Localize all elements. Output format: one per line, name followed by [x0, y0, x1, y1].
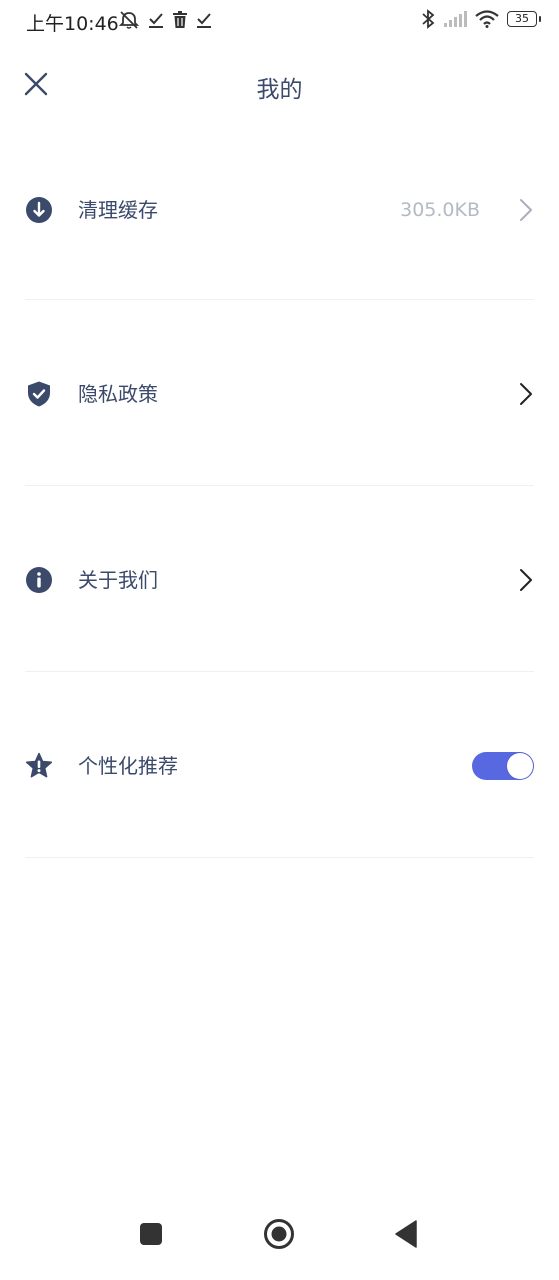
alarm-off-icon — [118, 11, 140, 29]
chevron-right-icon — [520, 199, 532, 221]
settings-item-personalized-recommendation: 个性化推荐 — [25, 672, 534, 858]
home-button[interactable] — [259, 1218, 299, 1250]
trash-icon — [173, 11, 187, 28]
settings-item-about-us[interactable]: 关于我们 — [25, 486, 534, 672]
personalized-recommendation-toggle[interactable] — [472, 752, 534, 780]
settings-item-label: 清理缓存 — [78, 198, 158, 222]
status-notification-icons — [118, 10, 212, 30]
wifi-icon — [475, 10, 499, 28]
settings-item-label: 个性化推荐 — [78, 754, 178, 778]
header: 我的 — [0, 56, 559, 116]
settings-item-label: 隐私政策 — [78, 382, 158, 406]
status-system-icons: 35 — [421, 9, 541, 29]
settings-item-privacy-policy[interactable]: 隐私政策 — [25, 300, 534, 486]
info-circle-icon — [26, 567, 52, 593]
home-circle-icon — [264, 1219, 294, 1249]
navigation-bar — [0, 1204, 559, 1280]
page-title: 我的 — [256, 77, 303, 103]
square-icon — [140, 1223, 162, 1245]
back-triangle-icon — [395, 1220, 417, 1248]
download-circle-icon — [26, 197, 52, 223]
star-alert-icon — [25, 752, 53, 778]
status-bar: 上午10:46 35 — [0, 0, 559, 42]
chevron-right-icon — [520, 383, 532, 405]
settings-item-clear-cache[interactable]: 清理缓存 305.0KB — [25, 116, 534, 300]
recent-apps-button[interactable] — [131, 1218, 171, 1250]
settings-item-label: 关于我们 — [78, 568, 158, 592]
back-button[interactable] — [386, 1218, 426, 1250]
check-icon — [197, 13, 211, 28]
settings-list: 清理缓存 305.0KB 隐私政策 关于我们 个性化推荐 — [0, 116, 559, 858]
signal-icon — [444, 11, 467, 27]
status-time: 上午10:46 — [26, 13, 119, 35]
toggle-knob — [507, 753, 533, 779]
shield-check-icon — [28, 381, 50, 407]
cache-size-value: 305.0KB — [400, 199, 480, 221]
bluetooth-icon — [422, 9, 435, 29]
check-icon — [149, 13, 163, 28]
battery-indicator: 35 — [507, 11, 541, 27]
chevron-right-icon — [520, 569, 532, 591]
